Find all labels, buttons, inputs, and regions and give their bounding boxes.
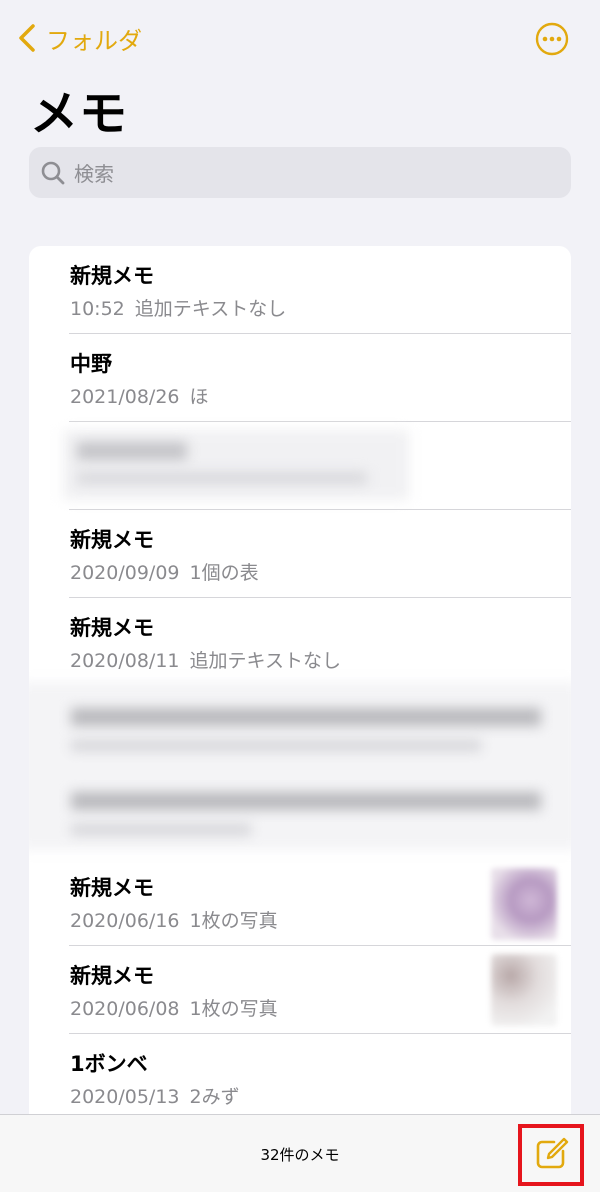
compose-button[interactable] xyxy=(532,1135,570,1173)
blurred-note-group[interactable] xyxy=(29,682,571,850)
note-subtitle: 10:52 追加テキストなし xyxy=(70,294,286,321)
more-options-button[interactable] xyxy=(535,22,569,56)
note-subtitle: 2020/06/16 1枚の写真 xyxy=(70,906,278,933)
note-row[interactable]: 新規メモ 10:52 追加テキストなし xyxy=(29,246,571,334)
note-title: 新規メモ xyxy=(70,964,154,988)
note-row[interactable]: 中野 2021/08/26 ほ xyxy=(29,334,571,422)
note-title: 中野 xyxy=(70,352,112,376)
note-title: 新規メモ xyxy=(70,264,154,288)
back-button[interactable]: フォルダ xyxy=(16,20,142,56)
note-thumbnail xyxy=(491,954,557,1026)
chevron-left-icon xyxy=(19,24,35,52)
note-row[interactable]: 新規メモ 2020/09/09 1個の表 xyxy=(29,510,571,598)
note-row[interactable]: 新規メモ 2020/06/08 1枚の写真 xyxy=(29,946,571,1034)
note-preview: 追加テキストなし xyxy=(189,650,341,672)
note-preview: 1枚の写真 xyxy=(189,998,278,1020)
note-row[interactable]: 新規メモ 2020/06/16 1枚の写真 xyxy=(29,858,571,946)
note-count: 32件のメモ xyxy=(260,1146,340,1164)
note-row[interactable]: 1ボンベ 2020/05/13 2みず xyxy=(29,1034,571,1116)
note-date: 10:52 xyxy=(70,298,125,320)
blurred-content xyxy=(71,824,251,835)
note-preview: 1個の表 xyxy=(189,562,259,584)
note-subtitle: 2020/06/08 1枚の写真 xyxy=(70,994,278,1021)
search-placeholder: 検索 xyxy=(74,162,114,186)
ellipsis-circle-icon xyxy=(535,22,569,56)
blurred-content xyxy=(63,430,409,500)
note-title: 新規メモ xyxy=(70,876,154,900)
note-date: 2020/06/08 xyxy=(70,998,180,1020)
blurred-content xyxy=(77,472,367,484)
note-title: 新規メモ xyxy=(70,528,154,552)
note-preview: 追加テキストなし xyxy=(134,298,287,320)
bottom-toolbar: 32件のメモ xyxy=(0,1114,600,1192)
back-label: フォルダ xyxy=(46,26,142,55)
page-title: メモ xyxy=(30,86,129,142)
blurred-note-row[interactable] xyxy=(29,422,571,510)
note-subtitle: 2020/08/11 追加テキストなし xyxy=(70,646,341,673)
note-title: 新規メモ xyxy=(70,616,154,640)
note-date: 2020/08/11 xyxy=(70,650,180,672)
blurred-content xyxy=(77,442,187,460)
search-icon xyxy=(41,161,65,184)
blurred-content xyxy=(71,792,541,810)
search-input[interactable]: 検索 xyxy=(29,147,571,198)
note-preview: 1枚の写真 xyxy=(189,910,278,932)
note-subtitle: 2020/09/09 1個の表 xyxy=(70,558,259,585)
note-preview: ほ xyxy=(189,386,209,408)
compose-icon xyxy=(536,1137,569,1169)
note-date: 2020/06/16 xyxy=(70,910,180,932)
note-title: 1ボンベ xyxy=(70,1052,148,1076)
note-date: 2020/09/09 xyxy=(70,562,180,584)
blurred-content xyxy=(71,740,481,751)
note-preview: 2みず xyxy=(189,1086,240,1108)
note-date: 2021/08/26 xyxy=(70,386,180,408)
note-row[interactable]: 新規メモ 2020/08/11 追加テキストなし xyxy=(29,598,571,686)
note-subtitle: 2021/08/26 ほ xyxy=(70,382,209,409)
note-thumbnail xyxy=(491,868,557,940)
note-date: 2020/05/13 xyxy=(70,1086,180,1108)
note-subtitle: 2020/05/13 2みず xyxy=(70,1082,240,1109)
blurred-content xyxy=(71,708,541,726)
notes-list: 新規メモ 10:52 追加テキストなし 中野 2021/08/26 ほ 新規メモ 2… xyxy=(29,246,571,1116)
